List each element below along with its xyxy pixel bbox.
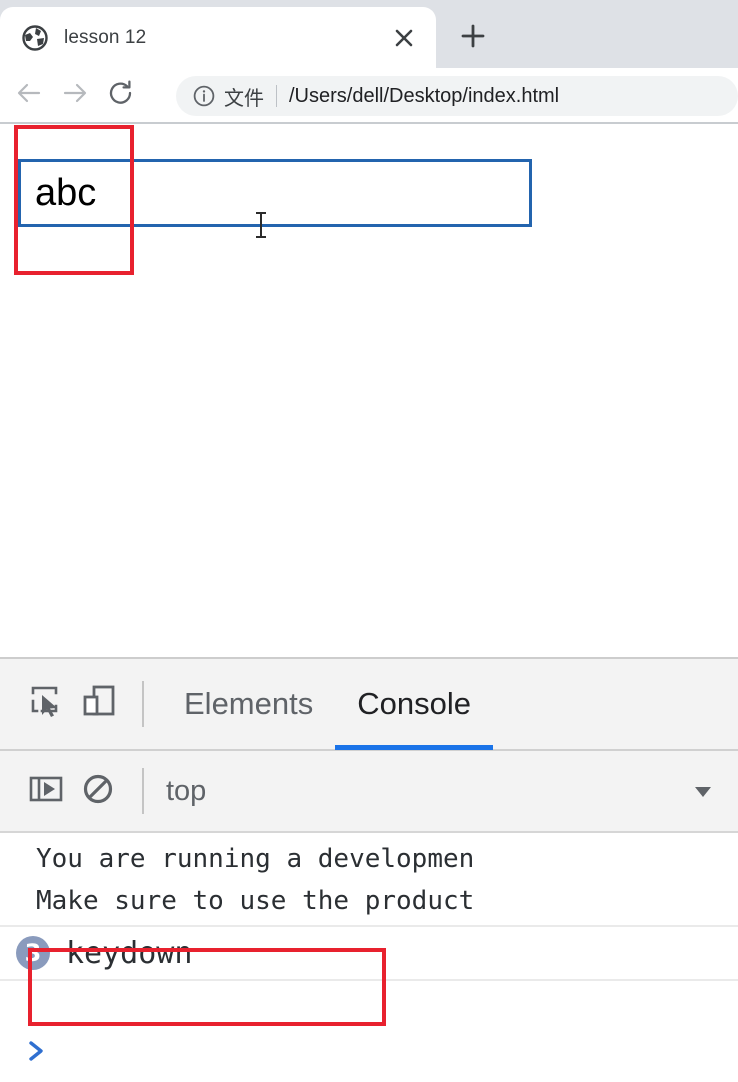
browser-window: lesson 12 文件 /Users/dell/Desktop/index.h… xyxy=(0,0,738,1082)
info-circle-icon[interactable] xyxy=(192,84,216,108)
omnibox-url-text: /Users/dell/Desktop/index.html xyxy=(289,84,560,107)
device-toolbar-button[interactable] xyxy=(72,678,124,730)
console-output[interactable]: You are running a developmen Make sure t… xyxy=(0,833,738,1080)
forward-button[interactable] xyxy=(52,73,98,119)
devtools-tab-bar: Elements Console xyxy=(0,659,738,751)
devtools-panel: Elements Console top You are running a d… xyxy=(0,657,738,1082)
text-input[interactable] xyxy=(18,159,532,227)
console-warning-line-1: You are running a developmen xyxy=(36,844,475,874)
plus-icon xyxy=(460,23,486,54)
reload-icon xyxy=(107,79,135,112)
browser-tab[interactable]: lesson 12 xyxy=(0,7,436,68)
back-button[interactable] xyxy=(6,73,52,119)
omnibox-divider xyxy=(276,85,277,107)
console-toolbar-divider xyxy=(142,768,144,814)
tab-strip: lesson 12 xyxy=(0,0,738,68)
globe-icon xyxy=(22,24,48,51)
console-sidebar-button[interactable] xyxy=(20,765,72,817)
console-sidebar-icon xyxy=(24,767,68,816)
address-bar[interactable]: 文件 /Users/dell/Desktop/index.html xyxy=(176,76,738,116)
clear-console-button[interactable] xyxy=(72,765,124,817)
close-icon[interactable] xyxy=(390,24,418,52)
clear-console-icon xyxy=(76,767,120,816)
console-context-selector[interactable]: top xyxy=(166,775,206,808)
tab-title: lesson 12 xyxy=(64,26,147,48)
prompt-chevron-icon xyxy=(16,1031,56,1071)
arrow-right-icon xyxy=(61,79,89,112)
toolbar-divider xyxy=(142,681,144,727)
console-message-row[interactable]: 3 keydown xyxy=(0,925,738,981)
device-toolbar-icon xyxy=(75,679,121,730)
inspect-element-button[interactable] xyxy=(20,678,72,730)
console-toolbar: top xyxy=(0,751,738,833)
console-message-text: keydown xyxy=(66,935,193,971)
inspect-element-icon xyxy=(23,679,69,730)
tab-console-label: Console xyxy=(357,686,471,721)
tab-elements-label: Elements xyxy=(184,686,314,721)
message-count-badge: 3 xyxy=(16,936,50,970)
arrow-left-icon xyxy=(15,79,43,112)
page-viewport xyxy=(0,124,738,657)
browser-toolbar: 文件 /Users/dell/Desktop/index.html xyxy=(0,68,738,123)
tab-elements[interactable]: Elements xyxy=(162,658,335,750)
console-warning-line-2: Make sure to use the product xyxy=(36,886,475,916)
omnibox-scheme-label: 文件 xyxy=(224,87,264,110)
reload-button[interactable] xyxy=(98,73,144,119)
chevron-down-icon[interactable] xyxy=(690,778,716,804)
new-tab-button[interactable] xyxy=(452,17,494,59)
tab-console[interactable]: Console xyxy=(335,658,493,750)
console-prompt-input[interactable] xyxy=(56,1031,738,1071)
